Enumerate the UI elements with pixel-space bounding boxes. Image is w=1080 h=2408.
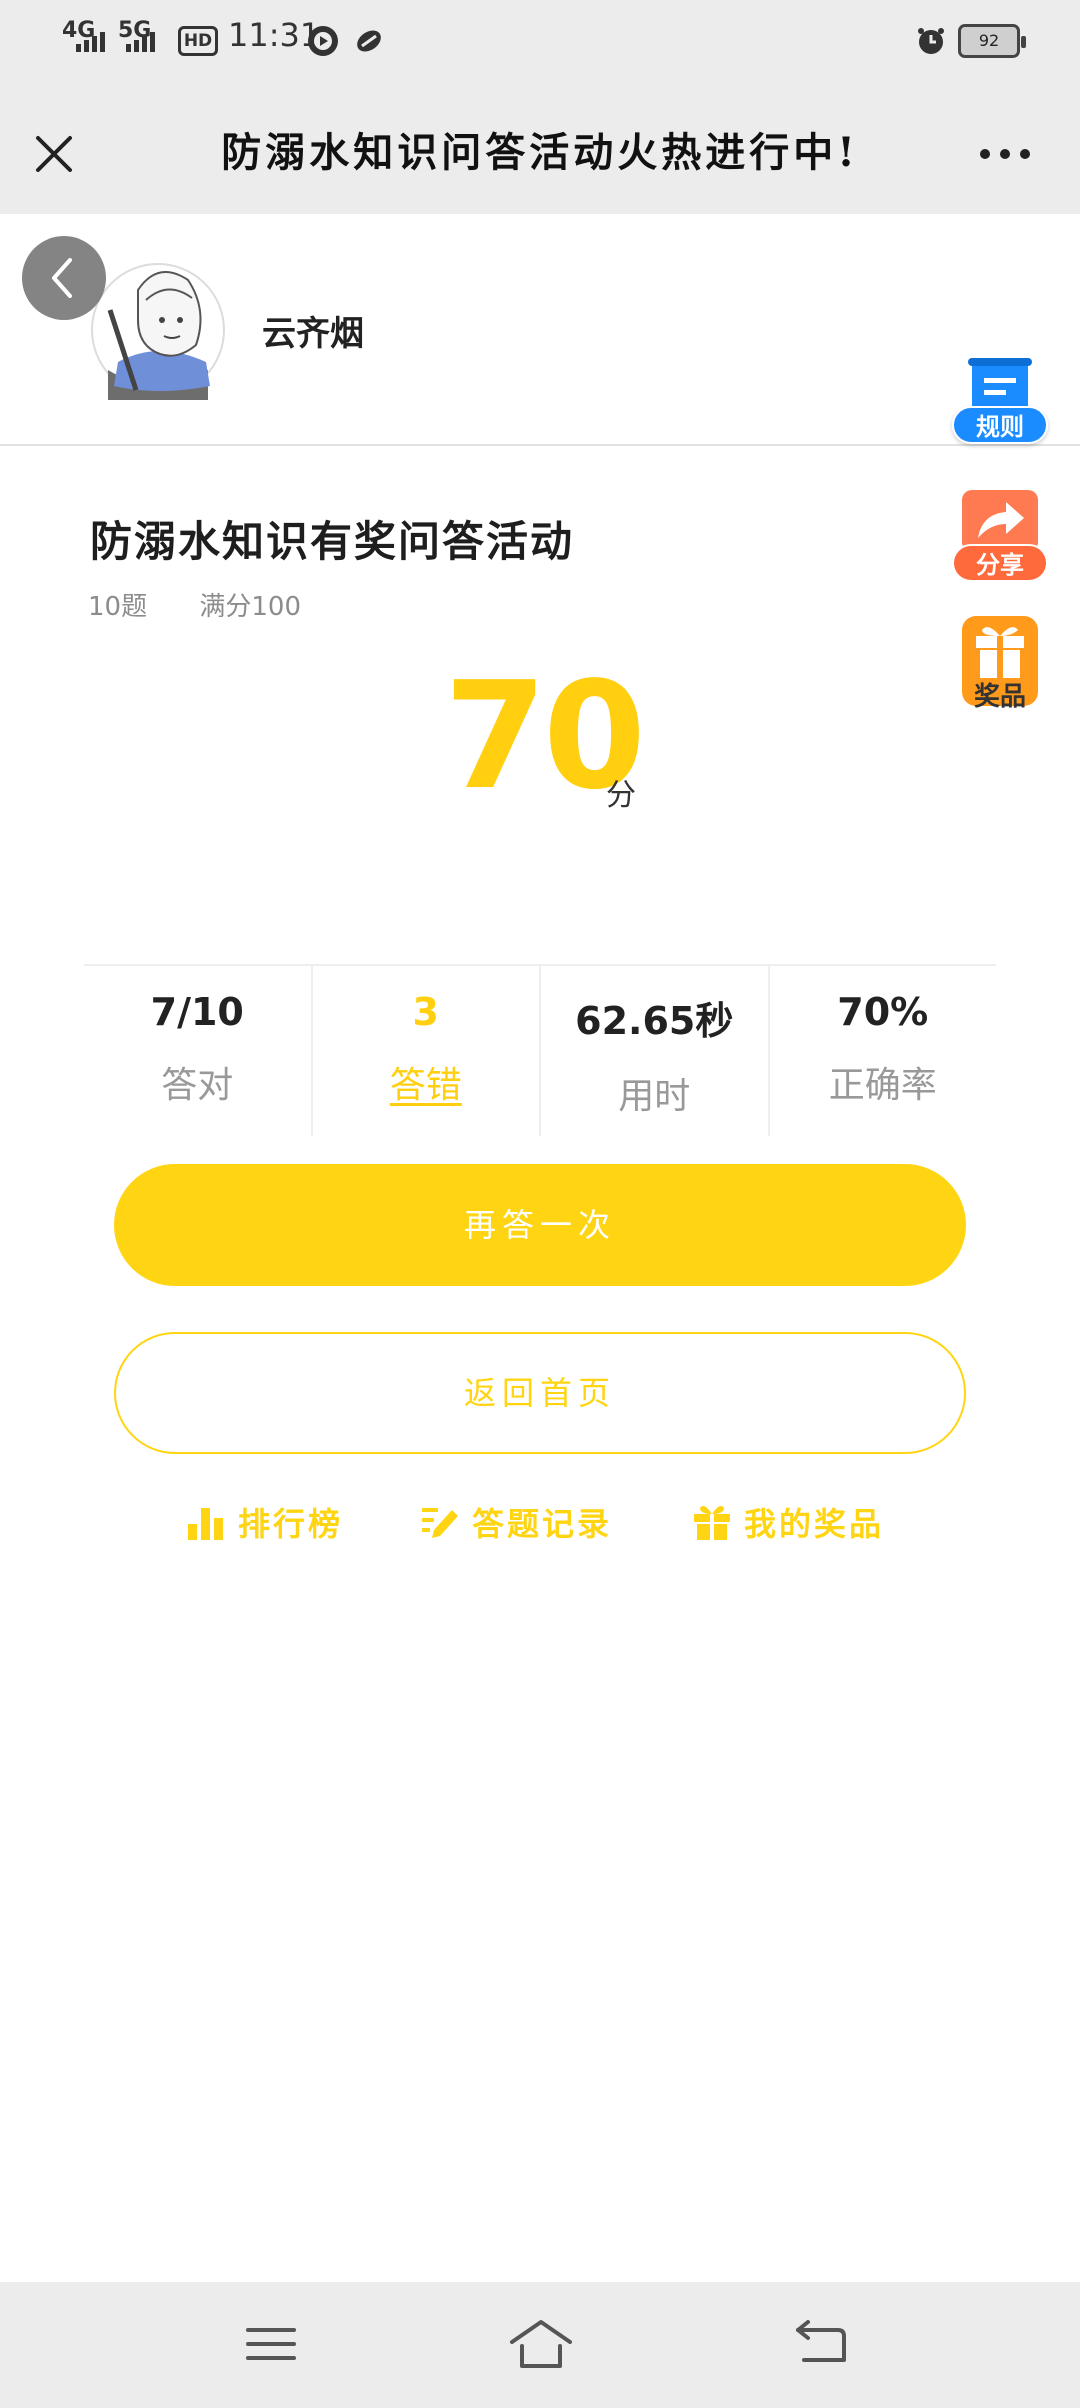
stat-value: 62.65秒	[575, 999, 734, 1043]
wrong-answers-link[interactable]: 答错	[313, 1056, 540, 1108]
signal-icon	[126, 32, 155, 52]
more-icon	[980, 149, 1030, 159]
link-icon	[354, 26, 384, 56]
stat-value: 70%	[837, 990, 929, 1034]
stat-value: 7/10	[150, 990, 244, 1034]
prize-button[interactable]: 奖品	[948, 614, 1052, 714]
question-count: 10题	[88, 592, 148, 622]
stat-correct: 7/10 答对	[84, 966, 313, 1136]
hd-icon: HD	[178, 26, 218, 56]
stats-panel: 7/10 答对 3 答错 62.65秒 用时 70% 正确率	[84, 964, 996, 1136]
records-label: 答题记录	[472, 1505, 613, 1543]
avatar	[88, 250, 228, 400]
edit-icon	[422, 1508, 458, 1538]
back-icon	[796, 2320, 846, 2362]
quiz-title: 防溺水知识有奖问答活动	[90, 517, 575, 566]
stat-label: 答对	[161, 1065, 234, 1106]
stat-label: 用时	[618, 1076, 691, 1117]
bar-chart-icon	[188, 1508, 223, 1540]
share-label: 分享	[952, 544, 1048, 582]
status-bar: 4G 5G HD 11:31 92	[0, 0, 1080, 84]
records-link[interactable]: 答题记录	[418, 1496, 612, 1548]
menu-icon	[246, 2328, 296, 2360]
back-nav-button[interactable]	[786, 2312, 856, 2376]
share-button[interactable]: 分享	[948, 486, 1052, 586]
full-score: 满分100	[199, 592, 301, 622]
close-button[interactable]	[22, 122, 86, 186]
rules-label: 规则	[952, 406, 1048, 444]
rules-button[interactable]: 规则	[948, 356, 1052, 456]
system-nav-bar	[0, 2282, 1080, 2408]
play-icon	[308, 26, 338, 56]
stat-accuracy: 70% 正确率	[770, 966, 997, 1136]
divider	[0, 444, 1080, 446]
home-button[interactable]: 返回首页	[114, 1332, 966, 1454]
status-time: 11:31	[228, 16, 321, 54]
user-name: 云齐烟	[262, 314, 364, 354]
more-button[interactable]	[970, 122, 1040, 186]
alarm-icon	[916, 26, 946, 56]
stat-time: 62.65秒 用时	[541, 966, 770, 1136]
home-nav-button[interactable]	[506, 2312, 576, 2376]
signal-icon	[76, 32, 105, 52]
home-icon	[510, 2320, 572, 2368]
page-title: 防溺水知识问答活动火热进行中!	[221, 129, 859, 176]
title-bar: 防溺水知识问答活动火热进行中!	[0, 84, 1080, 214]
prize-label: 奖品	[973, 682, 1026, 712]
retry-button[interactable]: 再答一次	[114, 1164, 966, 1286]
stat-value: 3	[412, 990, 439, 1034]
my-prizes-label: 我的奖品	[744, 1505, 885, 1543]
quiz-meta: 10题 满分100	[88, 586, 345, 623]
chevron-left-icon	[52, 258, 72, 298]
stat-wrong[interactable]: 3 答错	[313, 966, 541, 1136]
close-icon	[36, 136, 72, 172]
back-button[interactable]	[22, 236, 106, 320]
ranking-label: 排行榜	[238, 1505, 344, 1543]
ranking-link[interactable]: 排行榜	[184, 1496, 343, 1548]
gift-icon	[694, 1506, 730, 1540]
menu-button[interactable]	[236, 2312, 306, 2376]
stat-label: 正确率	[828, 1065, 937, 1106]
my-prizes-link[interactable]: 我的奖品	[690, 1496, 884, 1548]
battery-icon: 92	[958, 24, 1026, 58]
score-unit: 分	[606, 778, 636, 813]
